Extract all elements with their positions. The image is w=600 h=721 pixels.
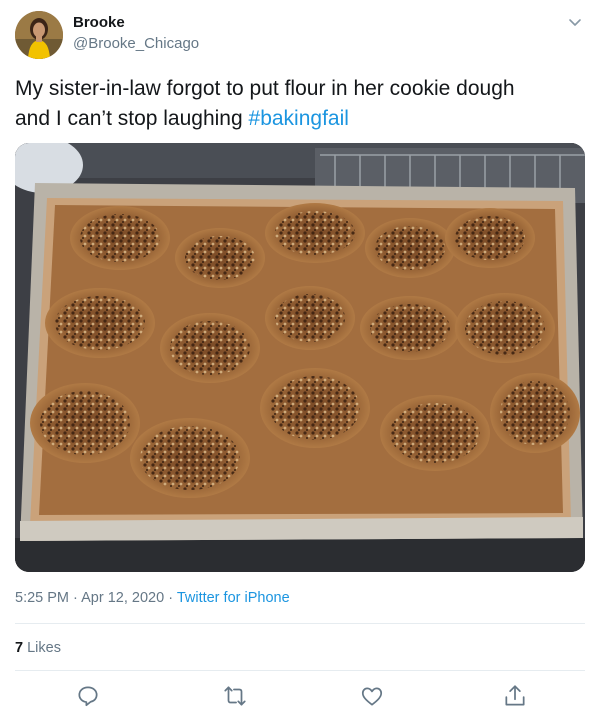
retweet-icon[interactable] (222, 683, 248, 709)
likes-count[interactable]: 7 Likes (15, 640, 61, 656)
chevron-down-icon[interactable] (565, 12, 585, 32)
share-icon[interactable] (502, 683, 528, 709)
hashtag-link[interactable]: #bakingfail (249, 107, 349, 130)
display-name[interactable]: Brooke (73, 14, 125, 31)
avatar[interactable] (15, 11, 63, 59)
meta-separator: · (168, 590, 174, 606)
tweet-date[interactable]: Apr 12, 2020 (81, 590, 164, 606)
divider (15, 670, 585, 671)
tweet-source-link[interactable]: Twitter for iPhone (177, 590, 290, 606)
meta-separator: · (73, 590, 78, 606)
user-handle[interactable]: @Brooke_Chicago (73, 35, 199, 52)
action-bar (0, 680, 600, 712)
tweet-meta: 5:25 PM · Apr 12, 2020 · Twitter for iPh… (15, 590, 290, 606)
tweet-text: My sister-in-law forgot to put flour in … (15, 74, 585, 134)
tweet-photo[interactable] (15, 143, 585, 572)
likes-label: Likes (27, 640, 61, 656)
tweet-text-line1: My sister-in-law forgot to put flour in … (15, 77, 515, 100)
reply-icon[interactable] (75, 683, 101, 709)
tweet-card: Brooke @Brooke_Chicago My sister-in-law … (0, 0, 600, 721)
divider (15, 623, 585, 624)
tweet-time[interactable]: 5:25 PM (15, 590, 69, 606)
like-icon[interactable] (359, 683, 385, 709)
tweet-text-line2: and I can’t stop laughing (15, 107, 249, 130)
likes-number: 7 (15, 640, 24, 656)
